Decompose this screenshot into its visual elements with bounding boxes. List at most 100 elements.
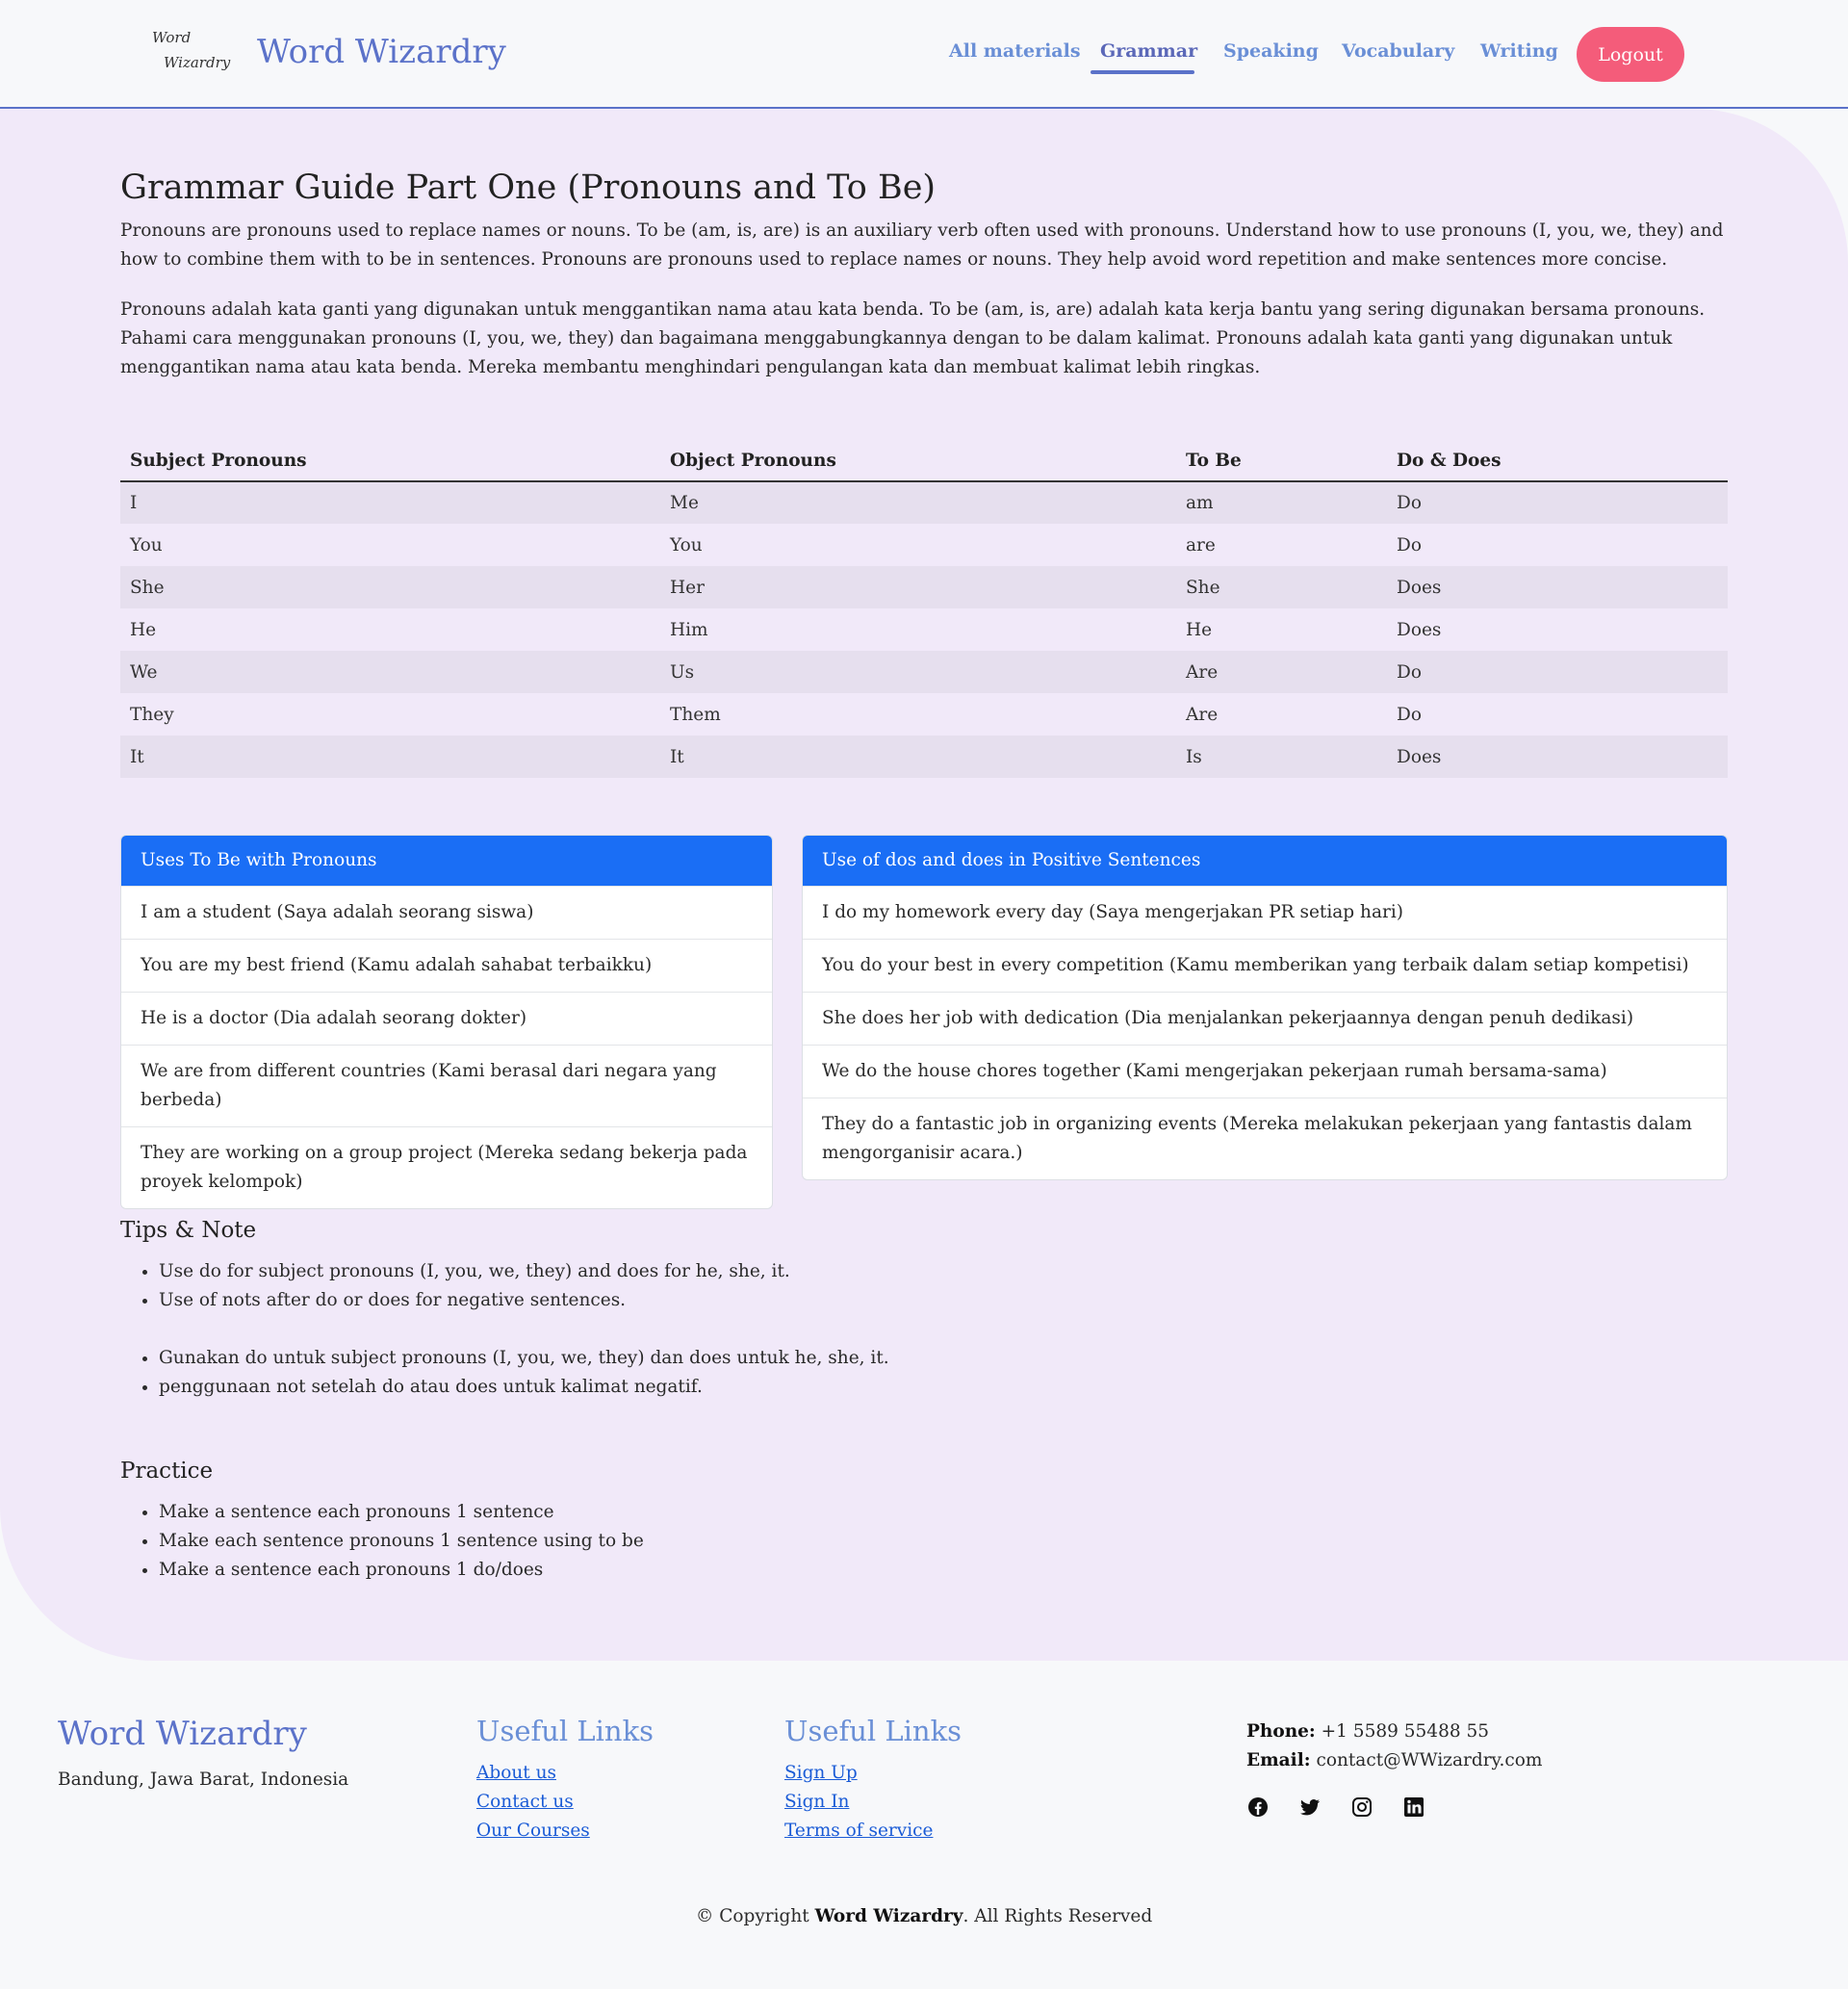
table-cell: Him — [670, 619, 708, 640]
table-cell: Do — [1387, 481, 1728, 524]
main-content: Grammar Guide Part One (Pronouns and To … — [0, 109, 1848, 1661]
nav-grammar[interactable]: Grammar — [1100, 40, 1197, 62]
table-row: We Us Are Do — [120, 651, 1728, 693]
phone-value: +1 5589 55488 55 — [1321, 1721, 1490, 1742]
email-value: contact@WWizardry.com — [1316, 1750, 1543, 1770]
list-item: Use of nots after do or does for negativ… — [159, 1286, 790, 1315]
table-cell: Her — [660, 566, 1176, 608]
useful-links-2: Useful Links Sign Up Sign In Terms of se… — [784, 1715, 962, 1846]
tips-title: Tips & Note — [120, 1218, 257, 1243]
table-cell: Us — [660, 651, 1176, 693]
nav-active-indicator — [1091, 70, 1194, 74]
contact-phone: Phone: +1 5589 55488 55 — [1246, 1718, 1542, 1746]
table-header-row: Subject Pronouns Object Pronouns To Be D… — [120, 441, 1728, 482]
site-header: Word Wizardry Word Wizardry All material… — [0, 0, 1848, 109]
logo-text-line1: Word — [152, 29, 192, 46]
table-cell: Does — [1397, 619, 1442, 640]
nav-vocabulary[interactable]: Vocabulary — [1342, 40, 1454, 62]
list-item: They do a fantastic job in organizing ev… — [803, 1098, 1727, 1179]
table-cell: She — [120, 566, 660, 608]
to-be-card-title: Uses To Be with Pronouns — [121, 836, 772, 886]
table-cell: Are — [1176, 651, 1387, 693]
list-item: He is a doctor (Dia adalah seorang dokte… — [121, 992, 772, 1045]
table-cell: are — [1186, 534, 1216, 555]
table-cell: Does — [1387, 736, 1728, 778]
list-item: We do the house chores together (Kami me… — [803, 1045, 1727, 1098]
table-cell: He — [1186, 619, 1213, 640]
tips-list-indonesian: Gunakan do untuk subject pronouns (I, yo… — [159, 1344, 889, 1402]
linkedin-icon[interactable] — [1402, 1795, 1425, 1819]
table-header: Object Pronouns — [660, 441, 1176, 482]
table-cell: Do — [1387, 651, 1728, 693]
table-header: To Be — [1176, 441, 1387, 482]
contact-info: Phone: +1 5589 55488 55 Email: contact@W… — [1246, 1718, 1542, 1775]
table-cell: Are — [1186, 704, 1219, 725]
practice-list: Make a sentence each pronouns 1 sentence… — [159, 1498, 644, 1585]
table-header: Subject Pronouns — [120, 441, 660, 482]
instagram-icon[interactable] — [1350, 1795, 1373, 1819]
table-row: It It Is Does — [120, 736, 1728, 778]
table-cell: I — [120, 481, 660, 524]
nav-speaking[interactable]: Speaking — [1223, 40, 1319, 62]
table-cell: Do — [1397, 704, 1422, 725]
copyright-suffix: . All Rights Reserved — [962, 1906, 1153, 1926]
list-item: penggunaan not setelah do atau does untu… — [159, 1373, 889, 1402]
copyright-brand: Word Wizardry — [814, 1906, 963, 1926]
social-icons — [1246, 1795, 1425, 1819]
table-cell: He — [130, 619, 157, 640]
intro-indonesian: Pronouns adalah kata ganti yang digunaka… — [120, 299, 1706, 377]
pronouns-table: Subject Pronouns Object Pronouns To Be D… — [120, 441, 1728, 778]
list-item: Gunakan do untuk subject pronouns (I, yo… — [159, 1344, 889, 1373]
link-our-courses[interactable]: Our Courses — [476, 1817, 654, 1846]
link-sign-in[interactable]: Sign In — [784, 1788, 962, 1817]
email-label: Email: — [1246, 1750, 1311, 1770]
brand-title[interactable]: Word Wizardry — [257, 33, 506, 71]
list-item: I do my homework every day (Saya mengerj… — [803, 886, 1727, 939]
list-item: You are my best friend (Kamu adalah saha… — [121, 939, 772, 992]
list-item: Use do for subject pronouns (I, you, we,… — [159, 1257, 790, 1286]
table-row: She Her She Does — [120, 566, 1728, 608]
table-cell: Is — [1176, 736, 1387, 778]
footer-brand: Word Wizardry — [58, 1715, 307, 1753]
table-row: I Me am Do — [120, 481, 1728, 524]
practice-title: Practice — [120, 1459, 214, 1484]
copyright-prefix: © Copyright — [695, 1906, 809, 1926]
logo-text-line2: Wizardry — [164, 54, 231, 71]
table-row: He Him He Does — [120, 608, 1728, 651]
link-terms-of-service[interactable]: Terms of service — [784, 1817, 962, 1846]
logout-button[interactable]: Logout — [1577, 27, 1684, 82]
table-cell: We — [120, 651, 660, 693]
twitter-icon[interactable] — [1298, 1795, 1322, 1819]
table-cell: You — [670, 534, 703, 555]
nav-writing[interactable]: Writing — [1480, 40, 1558, 62]
do-does-card: Use of dos and does in Positive Sentence… — [802, 835, 1728, 1180]
list-item: We are from different countries (Kami be… — [121, 1045, 772, 1126]
page-title: Grammar Guide Part One (Pronouns and To … — [120, 168, 937, 207]
link-sign-up[interactable]: Sign Up — [784, 1759, 962, 1788]
useful-links-1: Useful Links About us Contact us Our Cou… — [476, 1715, 654, 1846]
link-contact-us[interactable]: Contact us — [476, 1788, 654, 1817]
table-cell: Do — [1397, 534, 1422, 555]
table-cell: Me — [660, 481, 1176, 524]
contact-email: Email: contact@WWizardry.com — [1246, 1746, 1542, 1775]
list-item: Make a sentence each pronouns 1 do/does — [159, 1556, 644, 1585]
table-row: You You are Do — [120, 524, 1728, 566]
list-item: She does her job with dedication (Dia me… — [803, 992, 1727, 1045]
facebook-icon[interactable] — [1246, 1795, 1270, 1819]
logo-image[interactable]: Word Wizardry — [152, 25, 231, 81]
table-cell: They — [130, 704, 174, 725]
footer-address: Bandung, Jawa Barat, Indonesia — [58, 1769, 349, 1790]
link-about-us[interactable]: About us — [476, 1759, 654, 1788]
nav-all-materials[interactable]: All materials — [949, 40, 1081, 62]
table-cell: am — [1176, 481, 1387, 524]
table-cell: You — [130, 534, 163, 555]
useful-links-title: Useful Links — [784, 1715, 962, 1747]
list-item: Make a sentence each pronouns 1 sentence — [159, 1498, 644, 1527]
to-be-card: Uses To Be with Pronouns I am a student … — [120, 835, 773, 1209]
table-cell: Them — [670, 704, 721, 725]
table-cell: It — [660, 736, 1176, 778]
list-item: They are working on a group project (Mer… — [121, 1126, 772, 1208]
table-cell: It — [120, 736, 660, 778]
copyright: © Copyright Word Wizardry. All Rights Re… — [0, 1906, 1848, 1926]
table-row: They Them Are Do — [120, 693, 1728, 736]
